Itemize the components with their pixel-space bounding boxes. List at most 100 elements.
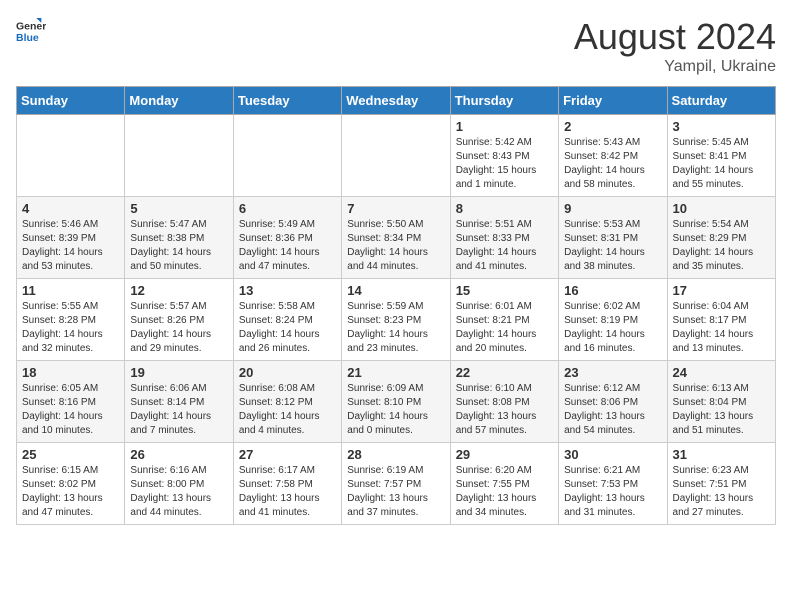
day-number: 22: [456, 365, 553, 380]
svg-text:General: General: [16, 21, 46, 33]
location-subtitle: Yampil, Ukraine: [574, 58, 776, 76]
svg-text:Blue: Blue: [16, 32, 39, 44]
day-info: Sunrise: 6:20 AMSunset: 7:55 PMDaylight:…: [456, 465, 537, 518]
calendar-day-cell: 14 Sunrise: 5:59 AMSunset: 8:23 PMDaylig…: [342, 279, 450, 361]
day-number: 18: [22, 365, 119, 380]
day-number: 23: [564, 365, 661, 380]
calendar-week-row: 18 Sunrise: 6:05 AMSunset: 8:16 PMDaylig…: [17, 361, 776, 443]
logo: General Blue: [16, 16, 46, 46]
day-number: 6: [239, 201, 336, 216]
day-number: 20: [239, 365, 336, 380]
calendar-day-cell: 20 Sunrise: 6:08 AMSunset: 8:12 PMDaylig…: [233, 361, 341, 443]
calendar-day-cell: 8 Sunrise: 5:51 AMSunset: 8:33 PMDayligh…: [450, 197, 558, 279]
day-info: Sunrise: 6:21 AMSunset: 7:53 PMDaylight:…: [564, 465, 645, 518]
day-info: Sunrise: 6:04 AMSunset: 8:17 PMDaylight:…: [673, 301, 754, 354]
day-info: Sunrise: 6:09 AMSunset: 8:10 PMDaylight:…: [347, 383, 428, 436]
weekday-header-cell: Sunday: [17, 87, 125, 115]
day-info: Sunrise: 5:59 AMSunset: 8:23 PMDaylight:…: [347, 301, 428, 354]
day-info: Sunrise: 6:13 AMSunset: 8:04 PMDaylight:…: [673, 383, 754, 436]
calendar-day-cell: 26 Sunrise: 6:16 AMSunset: 8:00 PMDaylig…: [125, 443, 233, 525]
calendar-day-cell: 6 Sunrise: 5:49 AMSunset: 8:36 PMDayligh…: [233, 197, 341, 279]
day-info: Sunrise: 6:01 AMSunset: 8:21 PMDaylight:…: [456, 301, 537, 354]
calendar-day-cell: 17 Sunrise: 6:04 AMSunset: 8:17 PMDaylig…: [667, 279, 775, 361]
calendar-day-cell: 16 Sunrise: 6:02 AMSunset: 8:19 PMDaylig…: [559, 279, 667, 361]
calendar-day-cell: 24 Sunrise: 6:13 AMSunset: 8:04 PMDaylig…: [667, 361, 775, 443]
calendar-day-cell: 28 Sunrise: 6:19 AMSunset: 7:57 PMDaylig…: [342, 443, 450, 525]
day-number: 29: [456, 447, 553, 462]
calendar-body: 1 Sunrise: 5:42 AMSunset: 8:43 PMDayligh…: [17, 115, 776, 525]
calendar-day-cell: 1 Sunrise: 5:42 AMSunset: 8:43 PMDayligh…: [450, 115, 558, 197]
calendar-day-cell: 29 Sunrise: 6:20 AMSunset: 7:55 PMDaylig…: [450, 443, 558, 525]
day-info: Sunrise: 5:50 AMSunset: 8:34 PMDaylight:…: [347, 219, 428, 272]
day-number: 1: [456, 119, 553, 134]
day-number: 8: [456, 201, 553, 216]
day-info: Sunrise: 5:45 AMSunset: 8:41 PMDaylight:…: [673, 137, 754, 190]
calendar-table: SundayMondayTuesdayWednesdayThursdayFrid…: [16, 86, 776, 525]
day-info: Sunrise: 6:19 AMSunset: 7:57 PMDaylight:…: [347, 465, 428, 518]
calendar-day-cell: 5 Sunrise: 5:47 AMSunset: 8:38 PMDayligh…: [125, 197, 233, 279]
calendar-day-cell: 4 Sunrise: 5:46 AMSunset: 8:39 PMDayligh…: [17, 197, 125, 279]
day-number: 24: [673, 365, 770, 380]
weekday-header-row: SundayMondayTuesdayWednesdayThursdayFrid…: [17, 87, 776, 115]
day-number: 16: [564, 283, 661, 298]
calendar-day-cell: 23 Sunrise: 6:12 AMSunset: 8:06 PMDaylig…: [559, 361, 667, 443]
calendar-week-row: 4 Sunrise: 5:46 AMSunset: 8:39 PMDayligh…: [17, 197, 776, 279]
weekday-header-cell: Thursday: [450, 87, 558, 115]
logo-icon: General Blue: [16, 16, 46, 46]
calendar-day-cell: 22 Sunrise: 6:10 AMSunset: 8:08 PMDaylig…: [450, 361, 558, 443]
day-info: Sunrise: 5:43 AMSunset: 8:42 PMDaylight:…: [564, 137, 645, 190]
day-number: 19: [130, 365, 227, 380]
calendar-day-cell: 25 Sunrise: 6:15 AMSunset: 8:02 PMDaylig…: [17, 443, 125, 525]
day-number: 13: [239, 283, 336, 298]
day-info: Sunrise: 5:51 AMSunset: 8:33 PMDaylight:…: [456, 219, 537, 272]
day-number: 28: [347, 447, 444, 462]
calendar-day-cell: 13 Sunrise: 5:58 AMSunset: 8:24 PMDaylig…: [233, 279, 341, 361]
page-header: General Blue August 2024 Yampil, Ukraine: [16, 16, 776, 76]
calendar-day-cell: 30 Sunrise: 6:21 AMSunset: 7:53 PMDaylig…: [559, 443, 667, 525]
day-info: Sunrise: 6:15 AMSunset: 8:02 PMDaylight:…: [22, 465, 103, 518]
day-info: Sunrise: 5:55 AMSunset: 8:28 PMDaylight:…: [22, 301, 103, 354]
day-info: Sunrise: 6:02 AMSunset: 8:19 PMDaylight:…: [564, 301, 645, 354]
day-number: 21: [347, 365, 444, 380]
day-number: 30: [564, 447, 661, 462]
calendar-day-cell: 7 Sunrise: 5:50 AMSunset: 8:34 PMDayligh…: [342, 197, 450, 279]
month-year-title: August 2024: [574, 16, 776, 58]
day-number: 15: [456, 283, 553, 298]
calendar-day-cell: 21 Sunrise: 6:09 AMSunset: 8:10 PMDaylig…: [342, 361, 450, 443]
day-number: 2: [564, 119, 661, 134]
day-number: 4: [22, 201, 119, 216]
day-info: Sunrise: 6:10 AMSunset: 8:08 PMDaylight:…: [456, 383, 537, 436]
weekday-header-cell: Friday: [559, 87, 667, 115]
calendar-day-cell: 15 Sunrise: 6:01 AMSunset: 8:21 PMDaylig…: [450, 279, 558, 361]
day-number: 9: [564, 201, 661, 216]
calendar-day-cell: [233, 115, 341, 197]
day-info: Sunrise: 5:47 AMSunset: 8:38 PMDaylight:…: [130, 219, 211, 272]
calendar-week-row: 11 Sunrise: 5:55 AMSunset: 8:28 PMDaylig…: [17, 279, 776, 361]
day-info: Sunrise: 5:57 AMSunset: 8:26 PMDaylight:…: [130, 301, 211, 354]
day-info: Sunrise: 5:58 AMSunset: 8:24 PMDaylight:…: [239, 301, 320, 354]
day-number: 7: [347, 201, 444, 216]
day-info: Sunrise: 6:23 AMSunset: 7:51 PMDaylight:…: [673, 465, 754, 518]
calendar-day-cell: 12 Sunrise: 5:57 AMSunset: 8:26 PMDaylig…: [125, 279, 233, 361]
day-number: 26: [130, 447, 227, 462]
day-info: Sunrise: 6:05 AMSunset: 8:16 PMDaylight:…: [22, 383, 103, 436]
calendar-day-cell: 27 Sunrise: 6:17 AMSunset: 7:58 PMDaylig…: [233, 443, 341, 525]
day-info: Sunrise: 5:54 AMSunset: 8:29 PMDaylight:…: [673, 219, 754, 272]
day-info: Sunrise: 6:08 AMSunset: 8:12 PMDaylight:…: [239, 383, 320, 436]
calendar-day-cell: [17, 115, 125, 197]
day-info: Sunrise: 5:49 AMSunset: 8:36 PMDaylight:…: [239, 219, 320, 272]
day-number: 11: [22, 283, 119, 298]
weekday-header-cell: Monday: [125, 87, 233, 115]
calendar-day-cell: 9 Sunrise: 5:53 AMSunset: 8:31 PMDayligh…: [559, 197, 667, 279]
day-number: 25: [22, 447, 119, 462]
title-area: August 2024 Yampil, Ukraine: [574, 16, 776, 76]
day-number: 3: [673, 119, 770, 134]
weekday-header-cell: Tuesday: [233, 87, 341, 115]
calendar-day-cell: 19 Sunrise: 6:06 AMSunset: 8:14 PMDaylig…: [125, 361, 233, 443]
day-info: Sunrise: 6:17 AMSunset: 7:58 PMDaylight:…: [239, 465, 320, 518]
calendar-day-cell: 31 Sunrise: 6:23 AMSunset: 7:51 PMDaylig…: [667, 443, 775, 525]
day-number: 10: [673, 201, 770, 216]
weekday-header-cell: Wednesday: [342, 87, 450, 115]
day-info: Sunrise: 6:06 AMSunset: 8:14 PMDaylight:…: [130, 383, 211, 436]
calendar-week-row: 1 Sunrise: 5:42 AMSunset: 8:43 PMDayligh…: [17, 115, 776, 197]
